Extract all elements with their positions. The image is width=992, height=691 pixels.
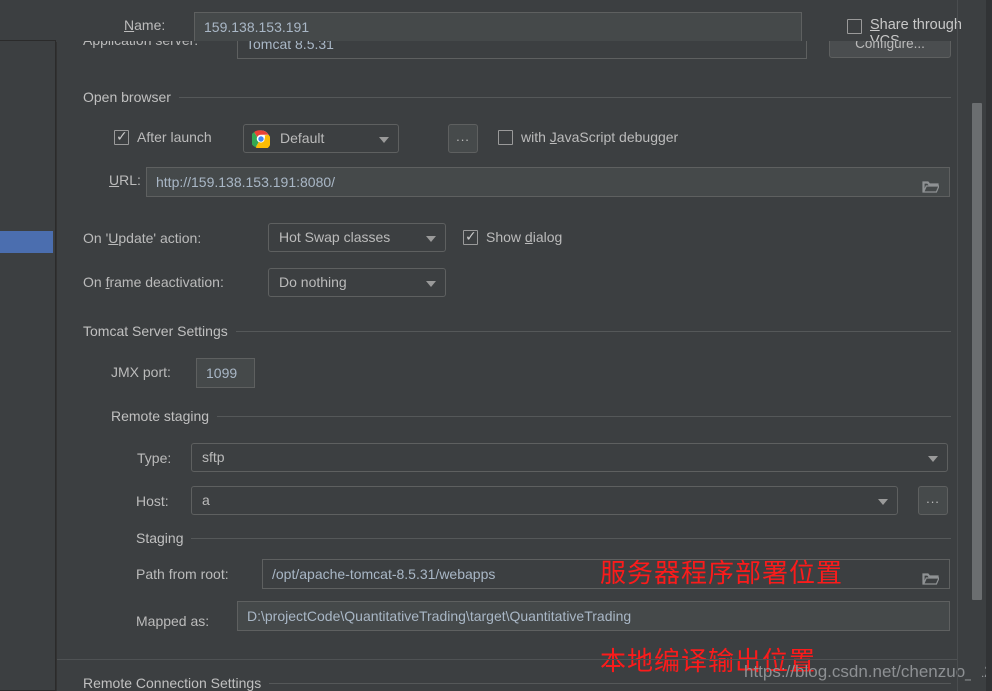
chevron-down-icon	[878, 499, 888, 505]
section-rule	[269, 682, 951, 684]
url-input[interactable]: http://159.138.153.191:8080/	[146, 167, 950, 197]
type-select-value: sftp	[202, 449, 225, 465]
share-through-vcs-checkbox[interactable]	[847, 19, 862, 34]
name-label: Name:	[124, 17, 166, 33]
annotation-server-deploy: 服务器程序部署位置	[600, 559, 844, 589]
chevron-down-icon	[379, 137, 389, 143]
after-launch-label: After launch	[137, 129, 212, 145]
application-server-label: Application server:	[83, 41, 198, 48]
left-rail	[0, 0, 57, 691]
browser-select[interactable]: Default	[243, 124, 399, 153]
panel-divider	[957, 0, 958, 691]
path-from-root-label: Path from root:	[136, 566, 229, 582]
remote-staging-section-header: Remote staging	[111, 408, 951, 424]
on-frame-deactivation-label: On frame deactivation:	[83, 274, 224, 290]
after-launch-checkbox[interactable]	[114, 128, 129, 145]
remote-connection-settings-title: Remote Connection Settings	[83, 675, 262, 691]
name-input[interactable]: 159.138.153.191	[194, 12, 802, 42]
host-select-value: a	[202, 492, 210, 508]
show-dialog-checkbox[interactable]	[463, 228, 478, 245]
show-dialog-label: Show dialog	[486, 229, 563, 245]
mapped-as-label: Mapped as:	[136, 613, 210, 629]
tomcat-server-settings-title: Tomcat Server Settings	[83, 323, 228, 339]
staging-title: Staging	[136, 530, 184, 546]
jmx-port-label: JMX port:	[111, 364, 171, 380]
vertical-scrollbar-thumb[interactable]	[972, 103, 982, 600]
path-from-root-value: /opt/apache-tomcat-8.5.31/webapps	[272, 566, 496, 582]
url-input-value: http://159.138.153.191:8080/	[156, 174, 336, 190]
section-rule	[217, 415, 951, 417]
host-select[interactable]: a	[191, 486, 898, 515]
staging-section-header: Staging	[136, 530, 951, 546]
chevron-down-icon	[928, 456, 938, 462]
folder-icon[interactable]	[922, 175, 940, 196]
chrome-icon	[250, 130, 272, 150]
on-frame-deactivation-select[interactable]: Do nothing	[268, 268, 446, 297]
run-config-selected-item[interactable]	[0, 231, 53, 253]
vertical-scrollbar-track[interactable]	[971, 41, 982, 691]
bottom-divider	[57, 659, 957, 660]
mapped-as-input[interactable]: D:\projectCode\QuantitativeTrading\targe…	[237, 601, 950, 631]
application-server-combo[interactable]: Tomcat 8.5.31	[237, 41, 807, 59]
js-debugger-label: with JavaScript debugger	[521, 129, 679, 145]
dialog-header: Name: 159.138.153.191 Share through VCS …	[57, 0, 992, 49]
host-browse-button[interactable]: ...	[918, 486, 948, 515]
watermark-url: https://blog.csdn.net/chenzuo_123	[744, 662, 992, 681]
settings-scroll-content: Application server: Tomcat 8.5.31 Config…	[57, 41, 992, 691]
open-browser-section-header: Open browser	[83, 89, 951, 105]
configure-button[interactable]: Configure...	[829, 41, 951, 58]
open-browser-section-title: Open browser	[83, 89, 171, 105]
browser-browse-button[interactable]: ...	[448, 124, 478, 153]
section-rule	[235, 330, 951, 332]
on-update-action-select[interactable]: Hot Swap classes	[268, 223, 446, 252]
application-server-row: Application server: Tomcat 8.5.31 Config…	[57, 41, 992, 71]
host-label: Host:	[136, 493, 169, 509]
on-update-action-value: Hot Swap classes	[279, 229, 391, 245]
chevron-down-icon	[426, 281, 436, 287]
run-config-tree-panel[interactable]	[0, 40, 56, 691]
url-label: URL:	[109, 172, 141, 188]
window-right-edge	[986, 0, 992, 691]
section-rule	[191, 537, 951, 539]
on-frame-deactivation-value: Do nothing	[279, 274, 347, 290]
folder-icon[interactable]	[922, 567, 940, 588]
jmx-port-input[interactable]: 1099	[196, 358, 255, 388]
browser-select-value: Default	[280, 130, 325, 146]
section-rule	[178, 96, 951, 98]
js-debugger-checkbox[interactable]	[498, 130, 513, 145]
tomcat-server-settings-section-header: Tomcat Server Settings	[83, 323, 951, 339]
type-label: Type:	[137, 450, 172, 466]
type-select[interactable]: sftp	[191, 443, 948, 472]
chevron-down-icon	[426, 236, 436, 242]
remote-staging-title: Remote staging	[111, 408, 210, 424]
settings-dialog: Name: 159.138.153.191 Share through VCS …	[0, 0, 992, 691]
on-update-action-label: On 'Update' action:	[83, 230, 202, 246]
